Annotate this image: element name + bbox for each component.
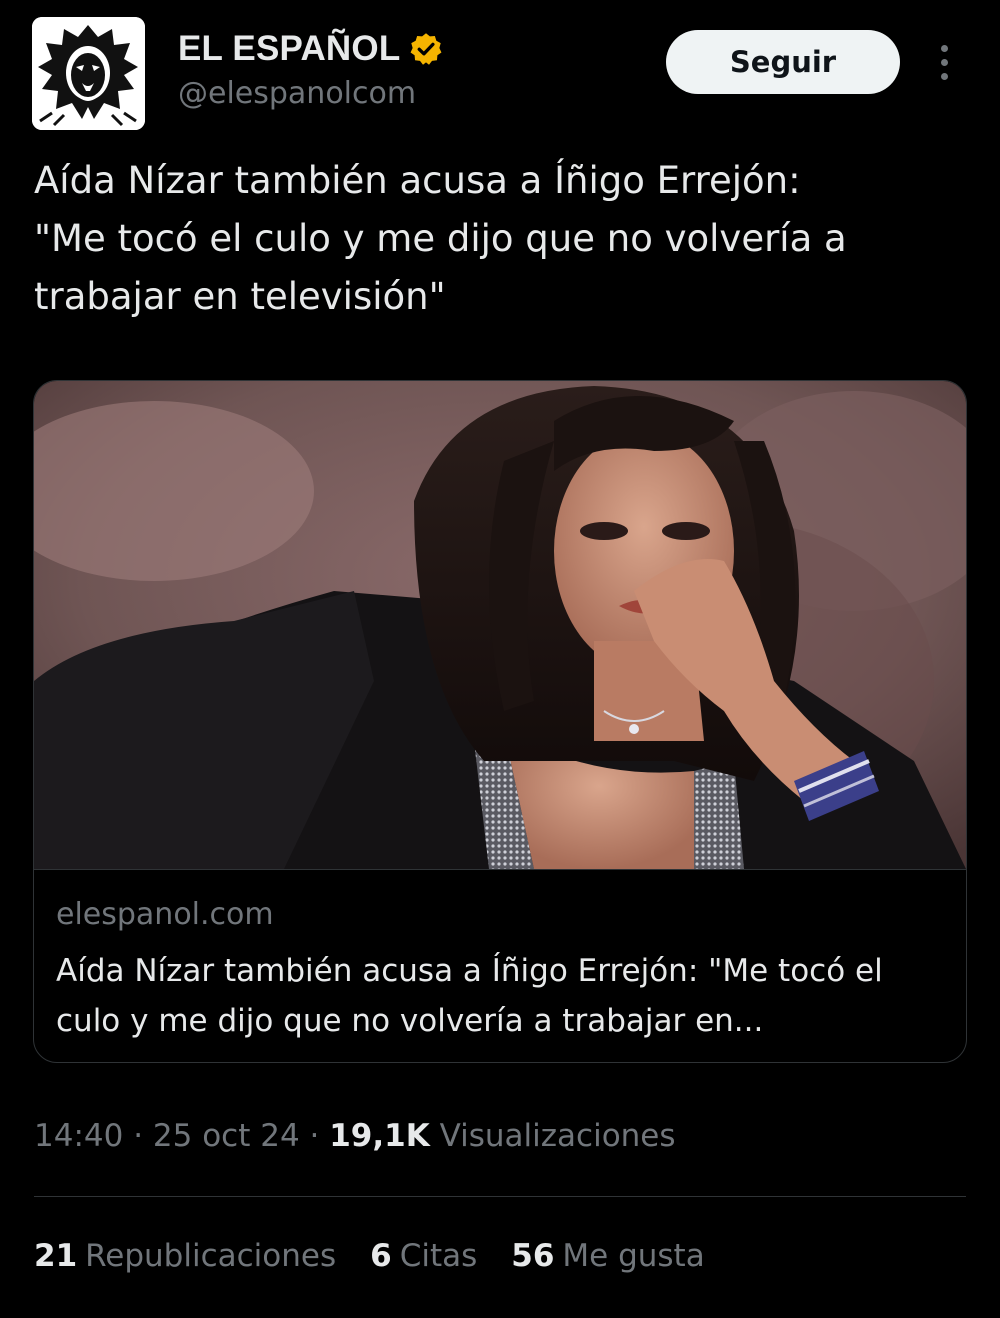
link-card[interactable]: elespanol.com Aída Nízar también acusa a… <box>33 380 967 1063</box>
quotes-stat[interactable]: 6 Citas <box>370 1238 477 1274</box>
views-count: 19,1K <box>329 1118 430 1154</box>
more-options-icon[interactable] <box>928 40 960 84</box>
lion-logo-icon <box>32 17 145 130</box>
tweet-time[interactable]: 14:40 <box>34 1118 123 1154</box>
tweet-meta: 14:40 · 25 oct 24 · 19,1K Visualizacione… <box>34 1118 676 1154</box>
quotes-count: 6 <box>370 1238 392 1274</box>
meta-separator: · <box>299 1118 330 1154</box>
divider <box>34 1196 966 1197</box>
likes-stat[interactable]: 56 Me gusta <box>511 1238 704 1274</box>
reposts-stat[interactable]: 21 Republicaciones <box>34 1238 336 1274</box>
avatar[interactable] <box>32 17 145 130</box>
verified-badge-icon <box>410 33 442 65</box>
display-name[interactable]: EL ESPAÑOL <box>178 29 400 69</box>
likes-label: Me gusta <box>562 1238 705 1274</box>
meta-separator: · <box>123 1118 153 1154</box>
tweet-date[interactable]: 25 oct 24 <box>153 1118 300 1154</box>
engagement-stats: 21 Republicaciones 6 Citas 56 Me gusta <box>34 1238 705 1274</box>
quotes-label: Citas <box>399 1238 478 1274</box>
views-label: Visualizaciones <box>439 1118 676 1154</box>
account-info[interactable]: EL ESPAÑOL @elespanolcom <box>178 26 444 111</box>
article-photo <box>34 381 966 869</box>
likes-count: 56 <box>511 1238 555 1274</box>
card-domain: elespanol.com <box>56 897 274 932</box>
account-handle[interactable]: @elespanolcom <box>178 76 444 111</box>
reposts-count: 21 <box>34 1238 78 1274</box>
follow-button[interactable]: Seguir <box>666 30 900 94</box>
card-title: Aída Nízar también acusa a Íñigo Errejón… <box>56 953 883 1039</box>
card-image[interactable] <box>34 381 966 869</box>
tweet-text: Aída Nízar también acusa a Íñigo Errejón… <box>34 159 847 318</box>
reposts-label: Republicaciones <box>85 1238 337 1274</box>
